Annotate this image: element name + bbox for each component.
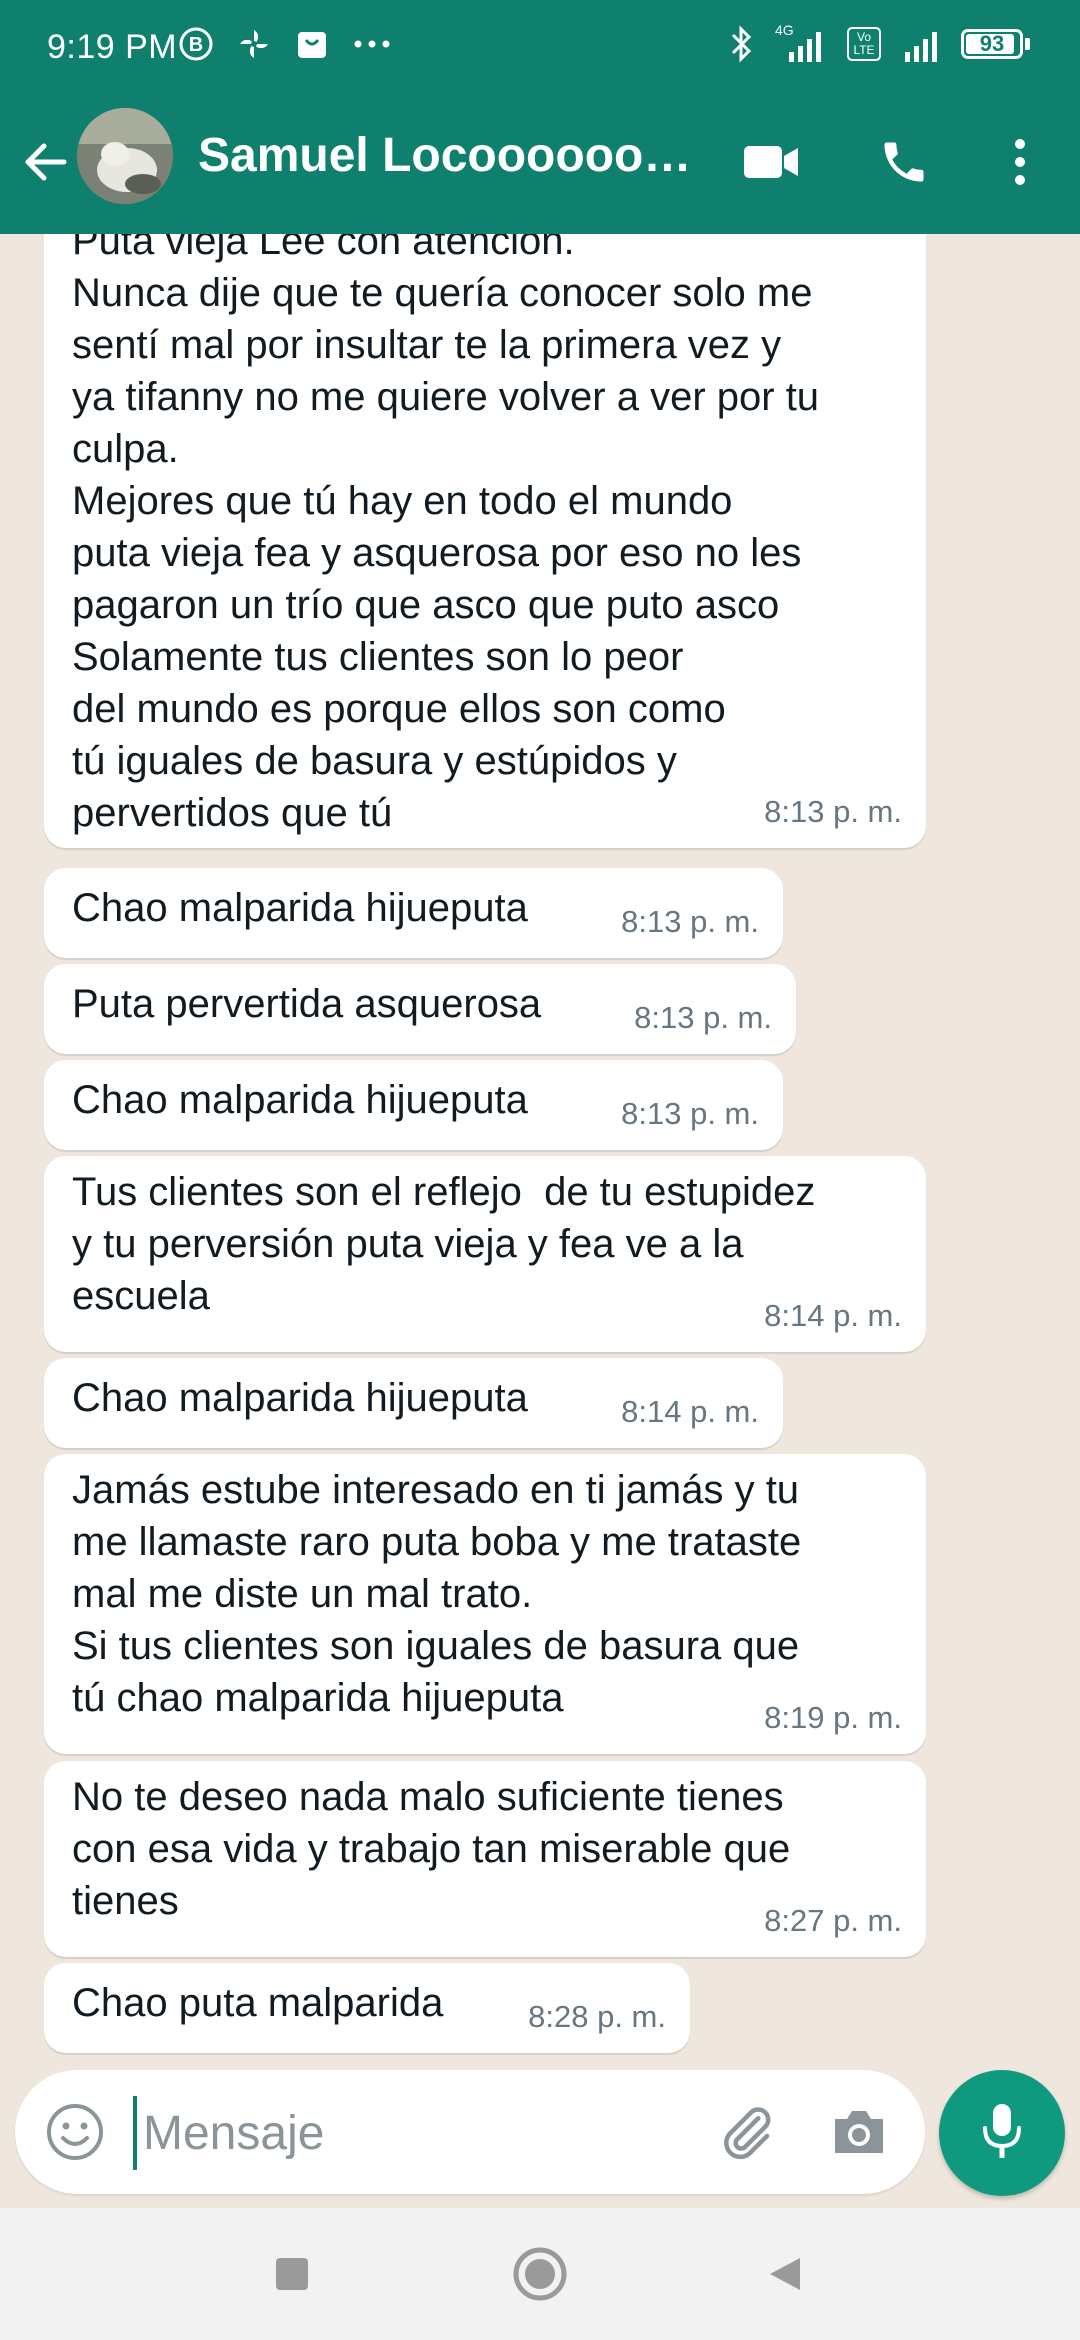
back-triangle-icon[interactable] [752,2242,816,2306]
message-bubble[interactable]: Jamás estube interesado en ti jamás y tu… [44,1454,926,1754]
mic-icon [977,2100,1027,2167]
status-bar: 9:19 PM B 4G Vo LTE 93 [0,0,1080,100]
chat-header: Samuel Locoooooooo... [0,100,1080,234]
message-bubble[interactable]: Chao malparida hijueputa 8:13 p. m. [44,868,783,958]
pinwheel-icon [236,26,272,62]
b-circle-icon: B [178,26,214,62]
signal-icon: 4G [775,22,827,64]
status-notification-icons: B [178,26,392,62]
camera-icon[interactable] [827,2100,891,2164]
message-bubble[interactable]: Chao puta malparida 8:28 p. m. [44,1963,690,2053]
message-time: 8:13 p. m. [764,794,902,829]
bluetooth-icon [729,24,755,64]
battery-level: 93 [979,31,1005,56]
message-input-bar [15,2070,925,2194]
battery-icon: 93 [961,29,1023,59]
message-bubble[interactable]: Tus clientes son el reflejo de tu estupi… [44,1156,926,1352]
recents-square-icon[interactable] [260,2242,324,2306]
system-nav-bar [0,2208,1080,2340]
home-circle-icon[interactable] [508,2242,572,2306]
video-call-icon[interactable] [740,130,804,194]
mic-button[interactable] [939,2070,1065,2196]
message-time: 8:28 p. m. [528,1999,666,2034]
message-bubble[interactable]: Chao malparida hijueputa 8:13 p. m. [44,1060,783,1150]
more-vert-icon[interactable] [988,130,1052,194]
message-time: 8:14 p. m. [764,1298,902,1333]
message-text: Puta pervertida asquerosa [72,982,542,1026]
battery-tip [1025,38,1030,50]
svg-text:B: B [189,34,203,56]
message-bubble[interactable]: Puta vieja Lee con atención. Nunca dije … [44,234,926,848]
message-text: Chao malparida hijueputa [72,1078,528,1122]
message-bubble[interactable]: Chao malparida hijueputa 8:14 p. m. [44,1358,783,1448]
message-bubble[interactable]: No te deseo nada malo suficiente tienes … [44,1761,926,1957]
status-time: 9:19 PM [47,28,178,66]
signal-icon [901,24,941,64]
message-bubble[interactable]: Puta pervertida asquerosa 8:13 p. m. [44,964,796,1054]
message-text: Jamás estube interesado en ti jamás y tu… [72,1468,802,1720]
message-text: Chao malparida hijueputa [72,886,528,930]
phone-icon[interactable] [872,130,936,194]
message-time: 8:19 p. m. [764,1700,902,1735]
volte-icon: Vo LTE [847,27,881,61]
shopping-bag-icon [294,26,330,62]
chat-area[interactable]: Puta vieja Lee con atención. Nunca dije … [0,234,1080,2074]
message-text: Chao malparida hijueputa [72,1376,528,1420]
attach-icon[interactable] [715,2100,779,2164]
message-text: Puta vieja Lee con atención. Nunca dije … [72,234,820,835]
avatar[interactable] [77,108,173,204]
status-system-icons: 4G Vo LTE 93 [729,22,1030,64]
message-time: 8:13 p. m. [634,1000,772,1035]
contact-name[interactable]: Samuel Locoooooooo... [198,128,698,183]
message-time: 8:14 p. m. [621,1394,759,1429]
more-dots-icon [352,38,392,50]
message-text: Chao puta malparida [72,1981,444,2025]
message-time: 8:27 p. m. [764,1903,902,1938]
emoji-icon[interactable] [43,2100,107,2164]
message-input[interactable] [133,2096,705,2170]
network-type: 4G [775,22,794,38]
volte-label: Vo LTE [847,27,881,61]
message-time: 8:13 p. m. [621,904,759,939]
battery-body: 93 [961,29,1023,59]
message-time: 8:13 p. m. [621,1096,759,1131]
back-arrow-icon[interactable] [18,134,74,190]
